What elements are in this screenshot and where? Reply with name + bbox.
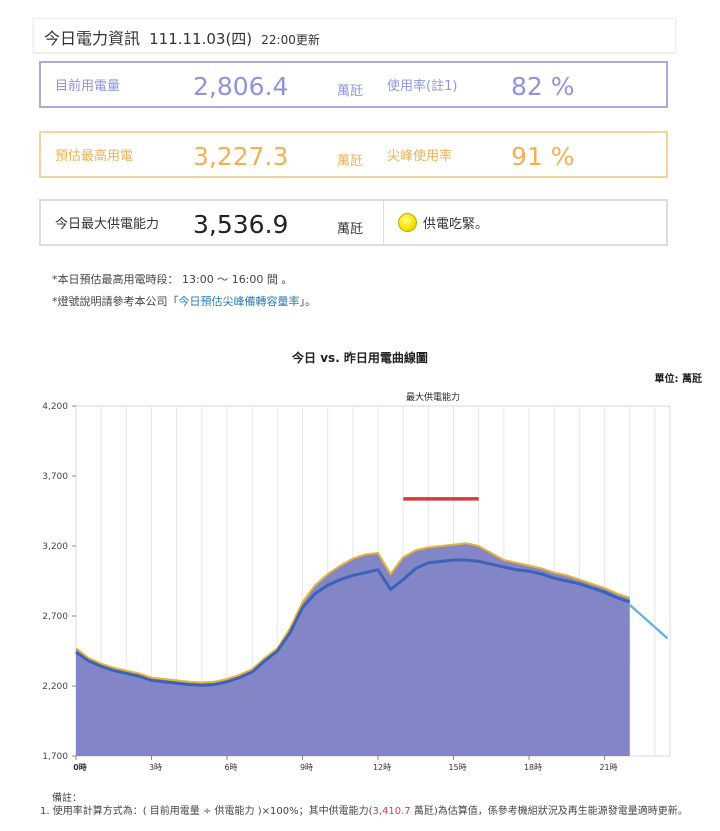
x-tick-label: 6時: [224, 763, 237, 772]
y-tick-label: 2,200: [42, 682, 68, 692]
peak-time-note: *本日預估最高用電時段： 13:00 ～ 16:00 間 。: [52, 273, 293, 286]
reserve-margin-link[interactable]: 今日預估尖峰備轉容量率: [179, 295, 300, 308]
chart-title: 今日 vs. 昨日用電曲線圖: [292, 351, 428, 365]
usage-rate-label: 使用率(註1): [387, 79, 458, 94]
current-usage-panel: 目前用電量 2,806.4 萬瓩 使用率(註1) 82 %: [39, 61, 668, 108]
capacity-panel: 今日最大供電能力 3,536.9 萬瓩 供電吃緊。: [39, 199, 668, 246]
status-light-icon: [398, 213, 417, 232]
current-usage-unit: 萬瓩: [337, 84, 364, 99]
page-title: 今日電力資訊: [44, 29, 141, 48]
note-suffix: 」。: [299, 295, 317, 308]
light-explanation-note: *燈號說明請參考本公司「今日預估尖峰備轉容量率」。: [52, 293, 316, 309]
title-bar: 今日電力資訊 111.11.03(四) 22:00更新: [33, 18, 676, 53]
forecast-label: 預估最高用電: [55, 149, 134, 164]
footnote-text: 1. 使用率計算方式為：( 目前用電量 ÷ 供電能力 )×100%；其中供電能力…: [40, 805, 710, 818]
x-tick-label: 12時: [373, 763, 391, 772]
x-tick-label: 0時: [73, 762, 87, 772]
x-tick-label: 9時: [300, 763, 313, 772]
forecast-unit: 萬瓩: [337, 154, 364, 169]
footnote-suffix: 萬瓩)為估算值，係參考機組狀況及再生能源發電量適時更新。: [410, 806, 688, 817]
update-time: 22:00更新: [261, 33, 320, 47]
footnote-prefix: 1. 使用率計算方式為：( 目前用電量 ÷ 供電能力 )×100%；其中供電能力…: [40, 806, 373, 817]
y-tick-label: 2,700: [42, 612, 68, 622]
page-date: 111.11.03(四): [149, 30, 253, 48]
supply-status-suffix: 。: [475, 217, 489, 232]
supply-status-text: 供電吃緊: [423, 217, 476, 232]
y-tick-label: 3,200: [42, 542, 68, 552]
x-axis: 0時 3時 6時 9時 12時 15時 18時 21時: [73, 756, 618, 772]
forecast-value: 3,227.3: [193, 142, 289, 171]
capacity-label: 今日最大供電能力: [55, 217, 160, 232]
supply-status: 供電吃緊。: [423, 213, 488, 232]
y-tick-label: 1,700: [42, 752, 68, 762]
max-capacity-label: 最大供電能力: [406, 391, 460, 403]
footnote-title: 備註：: [52, 793, 82, 804]
current-usage-label: 目前用電量: [55, 79, 121, 94]
x-tick-label: 15時: [448, 763, 466, 772]
forecast-panel: 預估最高用電 3,227.3 萬瓩 尖峰使用率 91 %: [39, 131, 668, 178]
footnote-capacity-value: 3,410.7: [372, 806, 411, 817]
y-tick-label: 3,700: [42, 472, 68, 482]
peak-rate-value: 91 %: [511, 142, 575, 171]
x-tick-label: 21時: [599, 763, 617, 772]
capacity-value: 3,536.9: [193, 210, 289, 239]
usage-rate-value: 82 %: [511, 72, 575, 101]
capacity-unit: 萬瓩: [337, 222, 364, 237]
x-tick-label: 3時: [149, 763, 162, 772]
peak-rate-label: 尖峰使用率: [387, 149, 453, 164]
panel-divider: [383, 201, 384, 244]
y-tick-label: 4,200: [42, 402, 68, 412]
note-prefix: *燈號說明請參考本公司「: [52, 295, 179, 308]
x-tick-label: 18時: [524, 763, 542, 772]
current-usage-value: 2,806.4: [193, 72, 289, 101]
y-axis: 1,700 2,200 2,700 3,200 3,700 4,200: [42, 402, 76, 762]
load-curve-chart: 1,700 2,200 2,700 3,200 3,700 4,200 0時 3時 6時 9時 1…: [42, 391, 671, 772]
